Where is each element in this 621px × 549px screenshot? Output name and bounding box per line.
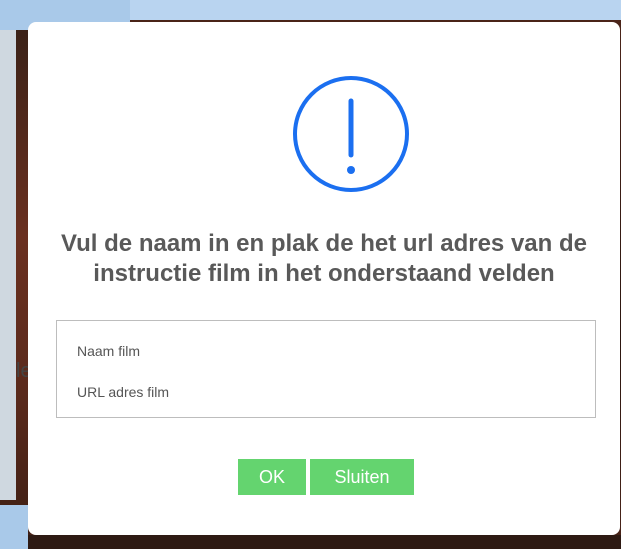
background-top-bar [130,0,621,20]
background-left-panel [0,30,16,500]
film-name-input[interactable] [69,337,585,365]
exclamation-circle-icon [293,76,409,192]
film-url-input[interactable] [69,378,585,406]
alert-dialog: Vul de naam in en plak de het url adres … [28,22,620,535]
background-bottom [28,535,621,549]
background-bottom-left [0,505,28,549]
film-form [56,320,596,418]
close-button[interactable]: Sluiten [310,459,414,495]
dialog-title: Vul de naam in en plak de het url adres … [61,230,587,287]
ok-button[interactable]: OK [238,459,306,495]
